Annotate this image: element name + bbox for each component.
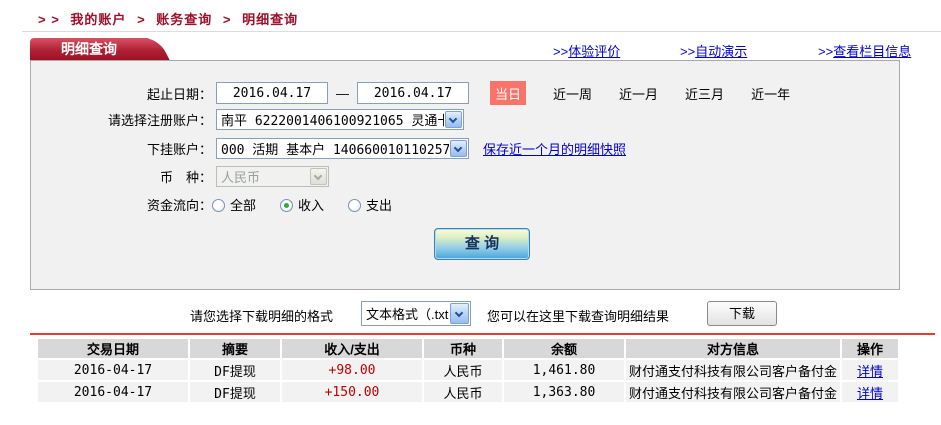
detail-link[interactable]: 详情 bbox=[857, 364, 883, 379]
quick-filter-last-3-months[interactable]: 近三月 bbox=[685, 84, 724, 103]
divider-line bbox=[22, 31, 941, 32]
link-experience-rating[interactable]: >>体验评价 bbox=[553, 41, 620, 60]
link-view-column-info[interactable]: >>查看栏目信息 bbox=[818, 41, 911, 60]
chevron-down-icon[interactable] bbox=[445, 111, 462, 128]
download-format-select[interactable]: 文本格式（.txt） bbox=[361, 301, 471, 326]
download-button[interactable]: 下载 bbox=[707, 301, 777, 326]
flow-radio-expense[interactable]: 支出 bbox=[348, 195, 392, 214]
query-button[interactable]: 查 询 bbox=[434, 228, 530, 260]
cell-date: 2016-04-17 bbox=[38, 360, 188, 380]
cell-counterparty: 财付通支付科技有限公司客户备付金 bbox=[626, 360, 840, 380]
save-snapshot-link[interactable]: 保存近一个月的明细快照 bbox=[483, 139, 626, 158]
cell-amount: +150.00 bbox=[282, 382, 422, 402]
cell-summary: DF提现 bbox=[190, 382, 280, 402]
flow-radio-income[interactable]: 收入 bbox=[280, 195, 324, 214]
results-table: 交易日期 摘要 收入/支出 币种 余额 对方信息 操作 2016-04-17 D… bbox=[36, 337, 900, 404]
cell-currency: 人民币 bbox=[424, 360, 502, 380]
header-counterparty: 对方信息 bbox=[626, 339, 840, 358]
flow-direction-row: 资金流向： 全部 收入 支出 bbox=[31, 195, 899, 214]
cell-balance: 1,461.80 bbox=[504, 360, 624, 380]
quick-filter-today[interactable]: 当日 bbox=[490, 81, 527, 105]
currency-label: 币 种： bbox=[159, 170, 212, 185]
breadcrumb-item-my-account[interactable]: 我的账户 bbox=[70, 12, 126, 27]
currency-select: 人民币 bbox=[216, 166, 329, 187]
radio-unchecked-icon[interactable] bbox=[348, 199, 362, 212]
date-from-input[interactable] bbox=[216, 82, 328, 104]
quick-filter-last-week[interactable]: 近一周 bbox=[553, 84, 592, 103]
breadcrumb-separator: > bbox=[137, 12, 146, 27]
sub-account-select[interactable]: 000 活期 基本户 1406600101102571848 bbox=[216, 138, 469, 159]
quick-filter-last-month[interactable]: 近一月 bbox=[619, 84, 658, 103]
breadcrumb-item-detail-query[interactable]: 明细查询 bbox=[242, 12, 298, 27]
cell-balance: 1,363.80 bbox=[504, 382, 624, 402]
currency-row: 币 种： 人民币 bbox=[31, 166, 899, 187]
radio-checked-icon[interactable] bbox=[280, 199, 294, 212]
date-dash: — bbox=[336, 85, 349, 101]
table-header-row: 交易日期 摘要 收入/支出 币种 余额 对方信息 操作 bbox=[38, 339, 898, 358]
breadcrumb-separator: > bbox=[222, 12, 232, 27]
link-arrows-icon: >> bbox=[553, 44, 569, 59]
cell-amount: +98.00 bbox=[282, 360, 422, 380]
quick-filter-last-year[interactable]: 近一年 bbox=[751, 84, 790, 103]
flow-direction-label: 资金流向： bbox=[146, 198, 212, 213]
detail-link[interactable]: 详情 bbox=[857, 386, 883, 401]
query-form-panel: 起止日期： — 当日 近一周 近一月 近三月 近一年 请选择注册账户： 南平 6… bbox=[30, 60, 900, 290]
header-date: 交易日期 bbox=[38, 339, 188, 358]
register-account-label: 请选择注册账户： bbox=[107, 113, 212, 128]
cell-currency: 人民币 bbox=[424, 382, 502, 402]
cell-date: 2016-04-17 bbox=[38, 382, 188, 402]
chevron-down-icon[interactable] bbox=[450, 303, 469, 324]
breadcrumb-item-account-query[interactable]: 账务查询 bbox=[156, 12, 212, 27]
radio-unchecked-icon[interactable] bbox=[212, 199, 225, 212]
chevron-down-icon bbox=[310, 168, 327, 185]
header-action: 操作 bbox=[842, 339, 898, 358]
chevron-down-icon[interactable] bbox=[450, 140, 467, 157]
table-row: 2016-04-17 DF提现 +150.00 人民币 1,363.80 财付通… bbox=[38, 382, 898, 402]
breadcrumb: > > 我的账户 > 账务查询 > 明细查询 bbox=[38, 9, 298, 28]
register-account-row: 请选择注册账户： 南平 6222001406100921065 灵通卡 bbox=[31, 109, 899, 130]
header-amount: 收入/支出 bbox=[282, 339, 422, 358]
cell-counterparty: 财付通支付科技有限公司客户备付金 bbox=[626, 382, 840, 402]
link-auto-demo[interactable]: >>自动演示 bbox=[680, 41, 747, 60]
date-to-input[interactable] bbox=[357, 82, 469, 104]
header-balance: 余额 bbox=[504, 339, 624, 358]
header-summary: 摘要 bbox=[190, 339, 280, 358]
register-account-select[interactable]: 南平 6222001406100921065 灵通卡 bbox=[216, 109, 464, 130]
download-format-label: 请您选择下载明细的格式 bbox=[190, 309, 334, 324]
header-currency: 币种 bbox=[424, 339, 502, 358]
date-range-label: 起止日期： bbox=[146, 86, 212, 102]
panel-tab-title: 明细查询 bbox=[30, 38, 148, 60]
table-row: 2016-04-17 DF提现 +98.00 人民币 1,461.80 财付通支… bbox=[38, 360, 898, 380]
breadcrumb-arrows-icon: > > bbox=[38, 12, 60, 27]
date-range-row: 起止日期： — 当日 近一周 近一月 近三月 近一年 bbox=[31, 81, 899, 105]
sub-account-label: 下挂账户： bbox=[146, 142, 212, 157]
sub-account-row: 下挂账户： 000 活期 基本户 1406600101102571848 保存近… bbox=[31, 138, 899, 159]
cell-summary: DF提现 bbox=[190, 360, 280, 380]
link-arrows-icon: >> bbox=[818, 44, 834, 59]
red-divider-line bbox=[30, 333, 935, 335]
flow-radio-all[interactable]: 全部 bbox=[212, 195, 256, 214]
link-arrows-icon: >> bbox=[680, 44, 696, 59]
download-hint-text: 您可以在这里下载查询明细结果 bbox=[487, 309, 670, 324]
